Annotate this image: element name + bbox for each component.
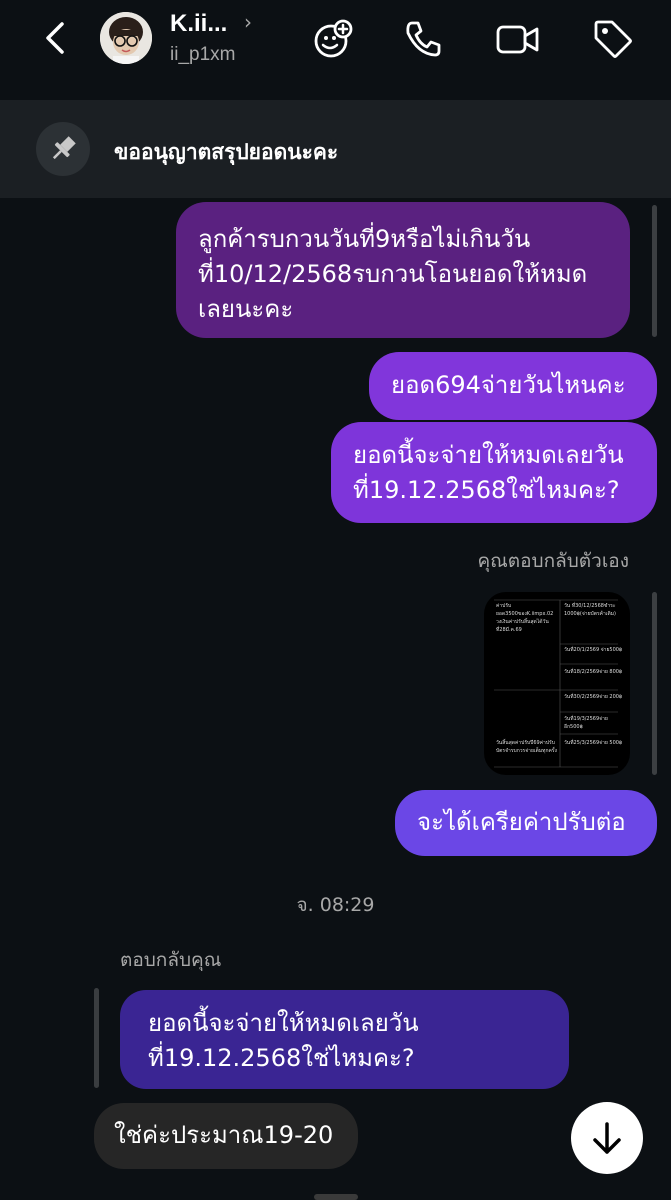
thumbnail-text: วันที่19/3/2569จ่าย อีก500฿: [564, 716, 608, 730]
thumbnail-text: วัน ที่30/12/2568ชำระ 1000฿(จ่ายบัตรค้าเ…: [564, 603, 616, 617]
chevron-left-icon: [46, 22, 64, 54]
avatar-image: [100, 12, 152, 64]
contact-name[interactable]: K.ii...: [170, 10, 227, 38]
tag-icon: [594, 20, 632, 58]
sent-message[interactable]: ยอดนี้จะจ่ายให้หมดเลยวันที่19.12.2568ใช่…: [331, 422, 657, 523]
video-call-button[interactable]: [496, 18, 539, 60]
call-button[interactable]: [402, 18, 444, 60]
pinned-message-bar[interactable]: ขออนุญาตสรุปยอดนะคะ: [0, 100, 671, 198]
thumbnail-text: ค่าปรับ ยอด3500ของK.iimpx.02 วงเงินค่าปร…: [496, 603, 554, 633]
pinned-message-text: ขออนุญาตสรุปยอดนะคะ: [114, 140, 339, 164]
phone-icon: [406, 21, 441, 57]
add-friends-icon: [314, 19, 353, 58]
thumbnail-text: วันที่25/3/2569จ่าย 500฿: [564, 740, 623, 746]
sent-message[interactable]: ลูกค้ารบกวนวันที่9หรือไม่เกินวันที่10/12…: [176, 202, 630, 338]
add-friends-button[interactable]: [312, 18, 354, 60]
arrow-down-icon: [593, 1122, 621, 1154]
avatar[interactable]: [100, 12, 152, 64]
message-timestamp: จ. 08:29: [296, 894, 375, 916]
reply-label: คุณตอบกลับตัวเอง: [477, 550, 629, 572]
quoted-message[interactable]: ยอดนี้จะจ่ายให้หมดเลยวันที่19.12.2568ใช่…: [120, 990, 569, 1089]
thumbnail-text: วันที่18/2/2569จ่าย 800฿: [564, 669, 623, 675]
back-button[interactable]: [36, 18, 76, 58]
scrollbar[interactable]: [652, 205, 657, 337]
thumbnail-text: วันที่20/1/2569 จ่าย500฿: [564, 647, 623, 653]
scrollbar[interactable]: [652, 592, 657, 775]
reply-label: ตอบกลับคุณ: [120, 949, 222, 971]
sent-message[interactable]: จะได้เครียค่าปรับต่อ: [395, 790, 657, 856]
home-indicator: [314, 1194, 358, 1200]
sent-message[interactable]: ยอด694จ่ายวันไหนคะ: [369, 352, 657, 420]
chevron-right-icon: ›: [244, 10, 252, 34]
received-message[interactable]: ใช่ค่ะประมาณ19-20: [94, 1103, 358, 1169]
tag-button[interactable]: [592, 18, 634, 60]
chat-header: K.ii... › ii_p1xm: [0, 0, 671, 100]
thumbnail-text: วันที่30/2/2569จ่าย 200฿: [564, 694, 623, 700]
contact-username[interactable]: ii_p1xm: [170, 44, 235, 66]
image-attachment[interactable]: ค่าปรับ ยอด3500ของK.iimpx.02 วงเงินค่าปร…: [484, 592, 630, 775]
video-camera-icon: [496, 25, 539, 54]
reply-indicator-bar: [94, 988, 99, 1088]
pin-icon: [36, 122, 90, 176]
scroll-to-bottom-button[interactable]: [571, 1102, 643, 1174]
thumbnail-text: วันสิ้นสุดค่าปรับปี69ค่าปรับบัตรจำรบกวรจ…: [496, 740, 557, 754]
